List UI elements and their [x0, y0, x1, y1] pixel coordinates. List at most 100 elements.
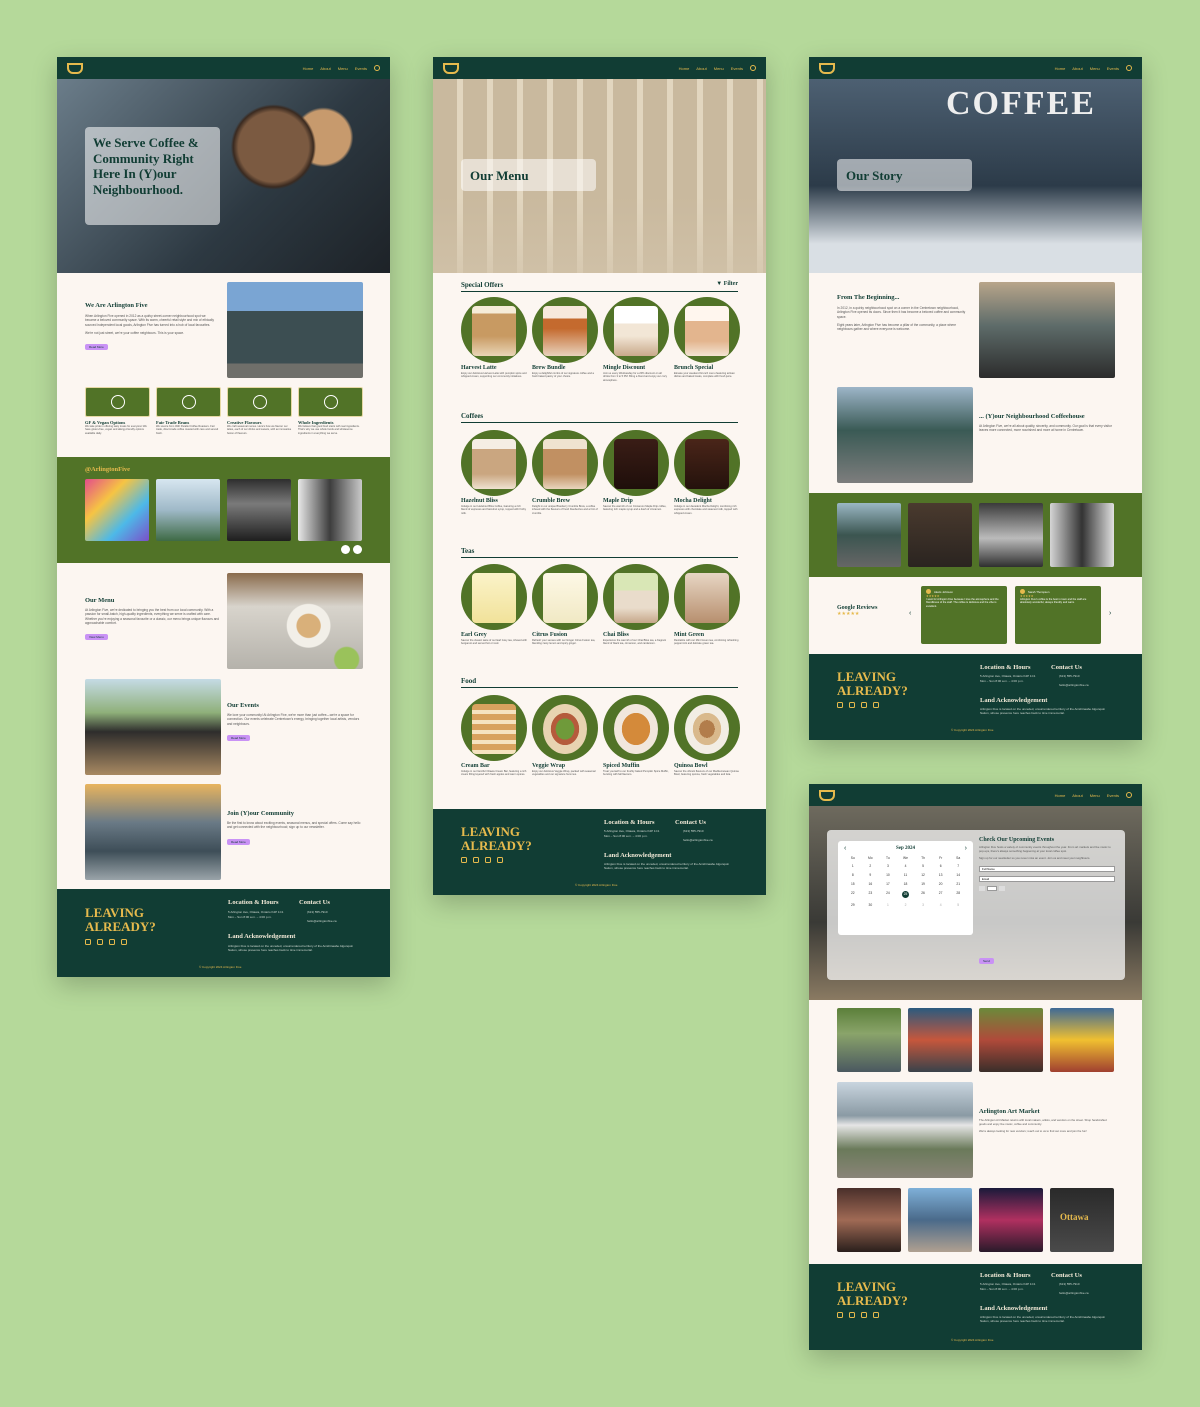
nav-link-menu[interactable]: Menu [1090, 793, 1100, 798]
x-icon[interactable] [121, 939, 127, 945]
nav-link-about[interactable]: About [320, 66, 330, 71]
events-read-more-button[interactable]: Read More [227, 734, 250, 741]
calendar-date[interactable]: 9 [862, 873, 880, 877]
nav-link-home[interactable]: Home [1055, 793, 1066, 798]
calendar-date[interactable]: 1 [844, 864, 862, 868]
calendar-date[interactable]: 6 [932, 864, 950, 868]
calendar-date[interactable]: 14 [949, 873, 967, 877]
tiktok-icon[interactable] [473, 857, 479, 863]
filter-button[interactable]: ▼ Filter [716, 281, 738, 287]
social-photo-3[interactable] [227, 479, 291, 541]
menu-item-hazelnut-bliss[interactable]: Hazelnut Bliss Indulge in our Hazelnut Bl… [461, 430, 527, 515]
nav-link-about[interactable]: About [1072, 66, 1082, 71]
calendar-date[interactable]: 21 [949, 882, 967, 886]
calendar-date[interactable]: 25 [901, 891, 909, 898]
community-read-more-button[interactable]: Read More [227, 838, 250, 845]
calendar-date[interactable]: 12 [914, 873, 932, 877]
social-photo-4[interactable] [298, 479, 362, 541]
calendar-date[interactable]: 2 [862, 864, 880, 868]
email-text[interactable]: hello@arlingtonfive.ca [307, 919, 337, 923]
social-photo-2[interactable] [156, 479, 220, 541]
calendar-date[interactable]: 22 [844, 891, 862, 898]
search-icon[interactable] [1126, 792, 1132, 798]
email-field[interactable]: Email [979, 876, 1115, 883]
calendar-next-icon[interactable]: › [965, 845, 967, 852]
nav-link-about[interactable]: About [696, 66, 706, 71]
nav-link-about[interactable]: About [1072, 793, 1082, 798]
calendar-date[interactable]: 5 [914, 864, 932, 868]
tiktok-icon[interactable] [849, 702, 855, 708]
phone-text[interactable]: (613) 555-7910 [1059, 1282, 1080, 1286]
calendar-date[interactable]: 26 [914, 891, 932, 898]
tiktok-icon[interactable] [97, 939, 103, 945]
location-text[interactable]: 5 Arlington Ave, Ottawa, Ontario K2P 1C1 [980, 1282, 1035, 1286]
nav-link-home[interactable]: Home [303, 66, 314, 71]
x-icon[interactable] [497, 857, 503, 863]
nav-link-menu[interactable]: Menu [714, 66, 724, 71]
facebook-icon[interactable] [861, 1312, 867, 1318]
nav-link-events[interactable]: Events [355, 66, 367, 71]
location-text[interactable]: 5 Arlington Ave, Ottawa, Ontario K2P 1C1 [604, 829, 659, 833]
x-icon[interactable] [873, 1312, 879, 1318]
calendar-date[interactable]: 8 [844, 873, 862, 877]
calendar-date[interactable]: 10 [879, 873, 897, 877]
view-menu-button[interactable]: View Menu [85, 634, 108, 641]
menu-item-chai-bliss[interactable]: Chai Bliss Experience the warmth of our C… [603, 564, 669, 646]
calendar-date[interactable]: 4 [897, 864, 915, 868]
menu-item-mocha-delight[interactable]: Mocha Delight Indulge in our decadent Moc… [674, 430, 740, 515]
social-photo-1[interactable] [85, 479, 149, 541]
phone-text[interactable]: (613) 555-7910 [1059, 674, 1080, 678]
location-text[interactable]: 5 Arlington Ave, Ottawa, Ontario K2P 1C1 [228, 910, 283, 914]
instagram-icon[interactable] [461, 857, 467, 863]
email-text[interactable]: hello@arlingtonfive.ca [683, 838, 713, 842]
facebook-icon[interactable] [861, 702, 867, 708]
calendar-date[interactable]: 5 [949, 903, 967, 907]
calendar-date[interactable]: 13 [932, 873, 950, 877]
facebook-icon[interactable] [485, 857, 491, 863]
calendar-date[interactable]: 30 [862, 903, 880, 907]
calendar-date[interactable]: 1 [879, 903, 897, 907]
menu-item-brunch-special[interactable]: Brunch Special Elevate your weekend brunc… [674, 297, 740, 379]
menu-item-crumble-brew[interactable]: Crumble Brew Delight in our unique Bluebe… [532, 430, 598, 515]
calendar-date[interactable]: 18 [897, 882, 915, 886]
search-icon[interactable] [374, 65, 380, 71]
calendar-date[interactable]: 11 [897, 873, 915, 877]
menu-item-citrus-fusion[interactable]: Citrus Fusion Refresh your senses with ou… [532, 564, 598, 646]
calendar-date[interactable]: 23 [862, 891, 880, 898]
email-text[interactable]: hello@arlingtonfive.ca [1059, 683, 1089, 687]
menu-item-maple-drip[interactable]: Maple Drip Savour the warmth of our Cinna… [603, 430, 669, 512]
nav-link-home[interactable]: Home [679, 66, 690, 71]
reviews-prev-icon[interactable]: ‹ [909, 610, 911, 617]
facebook-icon[interactable] [109, 939, 115, 945]
x-icon[interactable] [873, 702, 879, 708]
menu-item-quinoa-bowl[interactable]: Quinoa Bowl Savour the vibrant flavours o… [674, 695, 740, 777]
menu-item-veggie-wrap[interactable]: Veggie Wrap Enjoy our delicious Veggie Wr… [532, 695, 598, 777]
quantity-stepper[interactable] [979, 886, 1115, 892]
location-text[interactable]: 5 Arlington Ave, Ottawa, Ontario K2P 1C1 [980, 674, 1035, 678]
carousel-prev-icon[interactable] [341, 545, 350, 554]
calendar-prev-icon[interactable]: ‹ [844, 845, 846, 852]
nav-link-menu[interactable]: Menu [1090, 66, 1100, 71]
logo-cup-icon[interactable] [819, 789, 835, 801]
menu-item-spiced-muffin[interactable]: Spiced Muffin Treat yourself to our fresh… [603, 695, 669, 777]
instagram-icon[interactable] [837, 1312, 843, 1318]
calendar-date[interactable]: 28 [949, 891, 967, 898]
tiktok-icon[interactable] [849, 1312, 855, 1318]
calendar-date[interactable]: 27 [932, 891, 950, 898]
calendar-date[interactable]: 29 [844, 903, 862, 907]
calendar-date[interactable]: 2 [897, 903, 915, 907]
calendar-date[interactable]: 16 [862, 882, 880, 886]
menu-item-mint-green[interactable]: Mint Green Revitalize with our Mint Green… [674, 564, 740, 646]
calendar-date[interactable]: 19 [914, 882, 932, 886]
calendar-date[interactable]: 17 [879, 882, 897, 886]
nav-link-menu[interactable]: Menu [338, 66, 348, 71]
email-text[interactable]: hello@arlingtonfive.ca [1059, 1291, 1089, 1295]
nav-link-events[interactable]: Events [731, 66, 743, 71]
menu-item-harvest-latte[interactable]: Harvest Latte Enjoy our delicious Harvest… [461, 297, 527, 379]
calendar-date[interactable]: 20 [932, 882, 950, 886]
menu-item-mingle-discount[interactable]: Mingle Discount Join us every Wednesday f… [603, 297, 669, 382]
calendar-date[interactable]: 3 [914, 903, 932, 907]
nav-link-events[interactable]: Events [1107, 66, 1119, 71]
menu-item-earl-grey[interactable]: Earl Grey Savour the classic taste of our… [461, 564, 527, 646]
social-handle[interactable]: @ArlingtonFive [85, 466, 130, 473]
